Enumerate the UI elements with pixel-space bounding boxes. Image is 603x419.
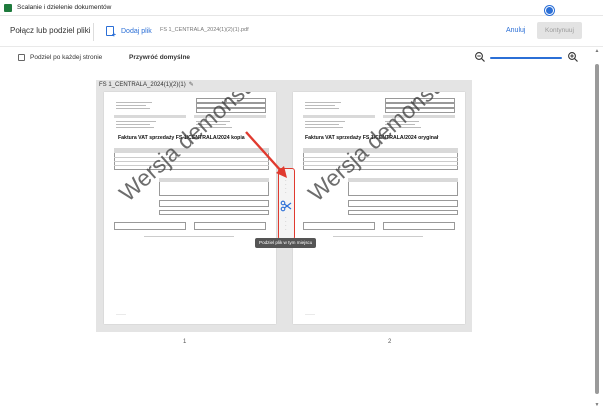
scroll-up-arrow-icon[interactable]: ▲ xyxy=(594,48,600,54)
page-footer: ———— xyxy=(116,313,126,316)
vat-summary-header xyxy=(348,178,458,182)
split-here-button[interactable]: · · · · · · · · · xyxy=(278,168,295,240)
text-line xyxy=(116,121,156,122)
text-line xyxy=(116,105,146,106)
text-line xyxy=(305,108,339,109)
window-title: Scalanie i dzielenie dokumentów xyxy=(17,4,112,11)
divider xyxy=(93,23,94,41)
amount-due-box xyxy=(348,200,458,207)
cancel-button[interactable]: Anuluj xyxy=(506,27,525,34)
text-line xyxy=(305,102,341,103)
document-title[interactable]: FS 1_CENTRALA_2024(1)(2)(1) ✎ xyxy=(99,81,194,89)
zoom-slider-track[interactable] xyxy=(490,57,562,59)
separator-dots: · · · · · xyxy=(285,174,287,196)
text-line xyxy=(116,124,150,125)
text-line xyxy=(305,121,345,122)
text-line xyxy=(116,108,150,109)
seller-header xyxy=(303,115,375,118)
header: Połącz lub podziel pliki Dodaj plik FS 1… xyxy=(0,16,603,47)
page-title: Połącz lub podziel pliki xyxy=(10,26,91,35)
table-row xyxy=(114,157,269,158)
pencil-icon[interactable]: ✎ xyxy=(189,81,194,88)
split-each-page-checkbox[interactable] xyxy=(18,54,25,61)
continue-button[interactable]: Kontynuuj xyxy=(537,22,582,39)
window-titlebar: Scalanie i dzielenie dokumentów xyxy=(0,0,603,16)
text-line xyxy=(305,124,339,125)
payment-box xyxy=(348,210,458,215)
zoom-in-icon[interactable] xyxy=(567,51,579,63)
scroll-down-arrow-icon[interactable]: ▼ xyxy=(594,402,600,408)
table-row xyxy=(114,161,269,162)
document-title-text: FS 1_CENTRALA_2024(1)(2)(1) xyxy=(99,81,186,88)
seller-header xyxy=(114,115,186,118)
page-number-2: 2 xyxy=(388,339,392,345)
add-file-label: Dodaj plik xyxy=(121,27,152,35)
amount-due-box xyxy=(159,200,269,207)
file-name: FS 1_CENTRALA_2024(1)(2)(1).pdf xyxy=(160,27,249,33)
page-footer: ———— xyxy=(305,313,315,316)
vat-summary-header xyxy=(159,178,269,182)
text-line xyxy=(116,102,152,103)
text-line xyxy=(116,127,154,128)
table-row xyxy=(303,161,458,162)
signature-box xyxy=(194,222,266,230)
signature-box xyxy=(303,222,375,230)
zoom-out-icon[interactable] xyxy=(474,51,486,63)
page-number-1: 1 xyxy=(183,339,187,345)
app-icon xyxy=(4,3,12,12)
add-file-icon xyxy=(106,26,116,39)
vertical-scrollbar[interactable]: ▲ ▼ xyxy=(594,48,600,408)
text-line xyxy=(305,127,343,128)
split-tooltip: Podziel plik w tym miejscu xyxy=(255,238,317,248)
page-thumbnail-1[interactable]: Faktura VAT sprzedaży FS 1/CENTRALA/2024… xyxy=(104,92,276,324)
table-row xyxy=(303,157,458,158)
add-file-button[interactable]: Dodaj plik xyxy=(106,24,152,39)
text-line xyxy=(305,105,335,106)
options-toolbar: Podziel po każdej stronie Przywróć domyś… xyxy=(0,47,603,69)
scissors-icon xyxy=(280,200,292,212)
zoom-slider-handle[interactable] xyxy=(544,6,554,15)
split-each-page-label: Podziel po każdej stronie xyxy=(30,54,103,61)
signature-box xyxy=(383,222,455,230)
text-line xyxy=(144,236,234,237)
separator-dots: · · · · xyxy=(285,215,287,233)
payment-box xyxy=(159,210,269,215)
scrollbar-thumb[interactable] xyxy=(595,64,599,394)
signature-box xyxy=(114,222,186,230)
page-thumbnail-2[interactable]: Faktura VAT sprzedaży FS 1/CENTRALA/2024… xyxy=(293,92,465,324)
text-line xyxy=(333,236,423,237)
restore-defaults-button[interactable]: Przywróć domyślne xyxy=(129,54,190,61)
